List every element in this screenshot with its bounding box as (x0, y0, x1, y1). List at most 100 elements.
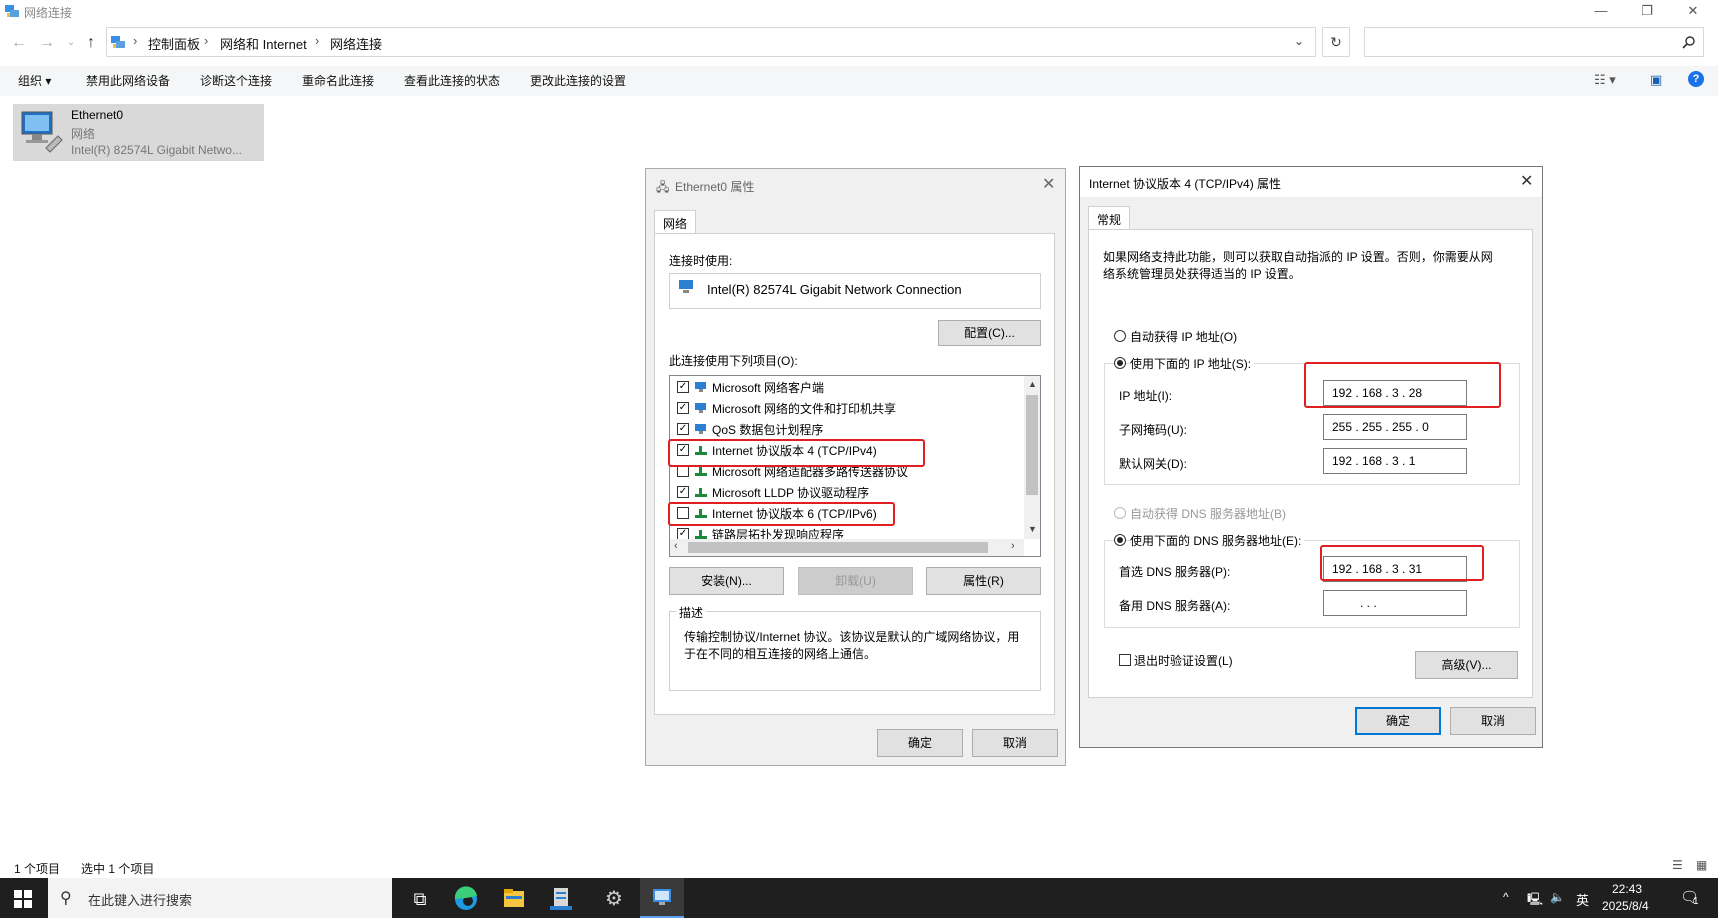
settings-gear-icon[interactable]: ⚙ (592, 884, 636, 914)
recent-chevron-icon[interactable]: ⌄ (60, 32, 82, 54)
restore-button[interactable]: ❐ (1624, 0, 1670, 24)
ip-highlight-box (1304, 362, 1501, 408)
status-item-count: 1 个项目 (14, 862, 61, 876)
refresh-icon[interactable]: ↻ (1322, 27, 1350, 57)
dialog-network-icon: 🖧 (656, 180, 670, 194)
network-client-icon (695, 382, 706, 392)
breadcrumb-network-internet[interactable]: 网络和 Internet (220, 34, 307, 53)
scroll-left-icon[interactable]: ‹ (674, 540, 678, 552)
auto-dns-radio[interactable] (1114, 507, 1126, 519)
breadcrumb-network-connections[interactable]: 网络连接 (330, 34, 382, 53)
notification-count: 1 (1693, 896, 1699, 907)
component-checkbox[interactable]: ✓ (677, 486, 689, 498)
component-item-label[interactable]: Microsoft LLDP 协议驱动程序 (712, 484, 869, 501)
minimize-button[interactable]: — (1578, 0, 1624, 24)
protocol-icon (695, 488, 707, 497)
component-checkbox[interactable]: ✓ (677, 381, 689, 393)
address-dropdown-icon[interactable]: ⌄ (1294, 34, 1304, 48)
taskbar-search-box[interactable]: ⚲ 在此键入进行搜索 (48, 878, 392, 918)
ipv6-highlight-box (668, 502, 895, 526)
properties-button[interactable]: 属性(R) (926, 567, 1041, 595)
auto-ip-radio[interactable] (1114, 330, 1126, 342)
manual-ip-radio[interactable] (1114, 357, 1126, 369)
component-item-label[interactable]: Microsoft 网络客户端 (712, 379, 824, 396)
scroll-up-icon[interactable]: ▲ (1028, 379, 1037, 389)
component-checkbox[interactable]: ✓ (677, 423, 689, 435)
server-manager-icon[interactable] (540, 884, 584, 914)
tray-volume-icon[interactable]: 🔈 (1550, 890, 1565, 904)
advanced-button[interactable]: 高级(V)... (1415, 651, 1518, 679)
ipv4-highlight-box (668, 439, 925, 467)
adapter-name: Intel(R) 82574L Gigabit Network Connecti… (707, 282, 962, 297)
component-item-label[interactable]: QoS 数据包计划程序 (712, 421, 823, 438)
configure-button[interactable]: 配置(C)... (938, 320, 1041, 346)
install-button[interactable]: 安装(N)... (669, 567, 784, 595)
component-item-label[interactable]: Microsoft 网络的文件和打印机共享 (712, 400, 896, 417)
scroll-right-icon[interactable]: › (1011, 540, 1015, 552)
ip-address-label: IP 地址(I): (1119, 389, 1173, 403)
breadcrumb-separator-icon: › (204, 33, 209, 48)
close-button[interactable]: ✕ (1670, 0, 1716, 24)
network-adapter-icon (21, 111, 63, 153)
preview-pane-icon[interactable]: ▣ (1650, 72, 1662, 88)
window-title: 网络连接 (24, 6, 73, 20)
manual-dns-radio[interactable] (1114, 534, 1126, 546)
ipv4-cancel-button[interactable]: 取消 (1450, 707, 1536, 735)
description-text-1: 传输控制协议/Internet 协议。该协议是默认的广域网络协议，用 (684, 630, 1020, 644)
tiles-view-icon[interactable]: ▦ (1696, 858, 1707, 872)
clock-date[interactable]: 2025/8/4 (1602, 899, 1649, 913)
gateway-label: 默认网关(D): (1119, 457, 1187, 471)
windows-start-icon[interactable] (14, 890, 32, 908)
validate-checkbox[interactable] (1119, 654, 1131, 666)
disable-device-button[interactable]: 禁用此网络设备 (86, 72, 170, 89)
connect-using-label: 连接时使用: (669, 254, 733, 268)
search-input[interactable] (1364, 27, 1704, 57)
title-bar: 网络连接 (0, 0, 1718, 24)
forward-arrow-icon[interactable]: → (36, 32, 58, 54)
status-selected-count: 选中 1 个项目 (81, 862, 155, 876)
eth-ok-button[interactable]: 确定 (877, 729, 963, 757)
auto-dns-label: 自动获得 DNS 服务器地址(B) (1130, 507, 1287, 521)
diagnose-button[interactable]: 诊断这个连接 (200, 72, 272, 89)
tray-network-icon[interactable]: 🖳 (1527, 890, 1543, 911)
help-icon[interactable]: ? (1688, 71, 1704, 87)
uninstall-button[interactable]: 卸载(U) (798, 567, 913, 595)
eth-cancel-button[interactable]: 取消 (972, 729, 1058, 757)
ipv4-ok-button[interactable]: 确定 (1355, 707, 1441, 735)
items-label: 此连接使用下列项目(O): (669, 354, 798, 368)
scroll-thumb[interactable] (1026, 395, 1038, 495)
dns-highlight-box (1320, 545, 1484, 581)
alternate-dns-field[interactable]: . . . (1323, 590, 1467, 616)
tray-overflow-icon[interactable]: ^ (1503, 890, 1509, 904)
view-status-button[interactable]: 查看此连接的状态 (404, 72, 500, 89)
back-arrow-icon[interactable]: ← (8, 32, 30, 54)
task-view-icon[interactable]: ⧉ (398, 884, 442, 914)
scroll-down-icon[interactable]: ▼ (1028, 524, 1037, 534)
network-item-type: 网络 (71, 127, 96, 141)
ipv4-intro-2: 络系统管理员处获得适当的 IP 设置。 (1103, 267, 1301, 281)
taskbar-search-text: 在此键入进行搜索 (88, 893, 193, 908)
ipv4-dialog-title: Internet 协议版本 4 (TCP/IPv4) 属性 (1089, 177, 1282, 191)
input-language[interactable]: 英 (1576, 890, 1589, 909)
details-view-icon[interactable]: ☰ (1672, 858, 1683, 872)
file-explorer-icon[interactable] (492, 884, 536, 914)
clock-time[interactable]: 22:43 (1612, 882, 1642, 896)
breadcrumb-control-panel[interactable]: 控制面板 (148, 34, 200, 53)
rename-button[interactable]: 重命名此连接 (302, 72, 374, 89)
ipv4-dialog-close-icon[interactable]: ✕ (1520, 171, 1533, 191)
gateway-field[interactable]: 192 . 168 . 3 . 1 (1323, 448, 1467, 474)
network-connections-icon (653, 889, 671, 905)
view-options-icon[interactable]: ☷ ▾ (1594, 72, 1616, 88)
up-arrow-icon[interactable]: ↑ (80, 32, 102, 54)
tab-network[interactable]: 网络 (654, 210, 697, 234)
network-client-icon (695, 403, 706, 413)
manual-ip-label: 使用下面的 IP 地址(S): (1130, 355, 1255, 372)
subnet-mask-field[interactable]: 255 . 255 . 255 . 0 (1323, 414, 1467, 440)
h-scroll-thumb[interactable] (688, 542, 988, 553)
organize-menu[interactable]: 组织 ▾ (18, 72, 51, 89)
edge-browser-icon[interactable] (444, 884, 488, 914)
component-checkbox[interactable]: ✓ (677, 402, 689, 414)
ethernet-dialog-close-icon[interactable]: ✕ (1042, 174, 1055, 194)
tab-general[interactable]: 常规 (1088, 206, 1131, 230)
change-settings-button[interactable]: 更改此连接的设置 (530, 72, 626, 89)
